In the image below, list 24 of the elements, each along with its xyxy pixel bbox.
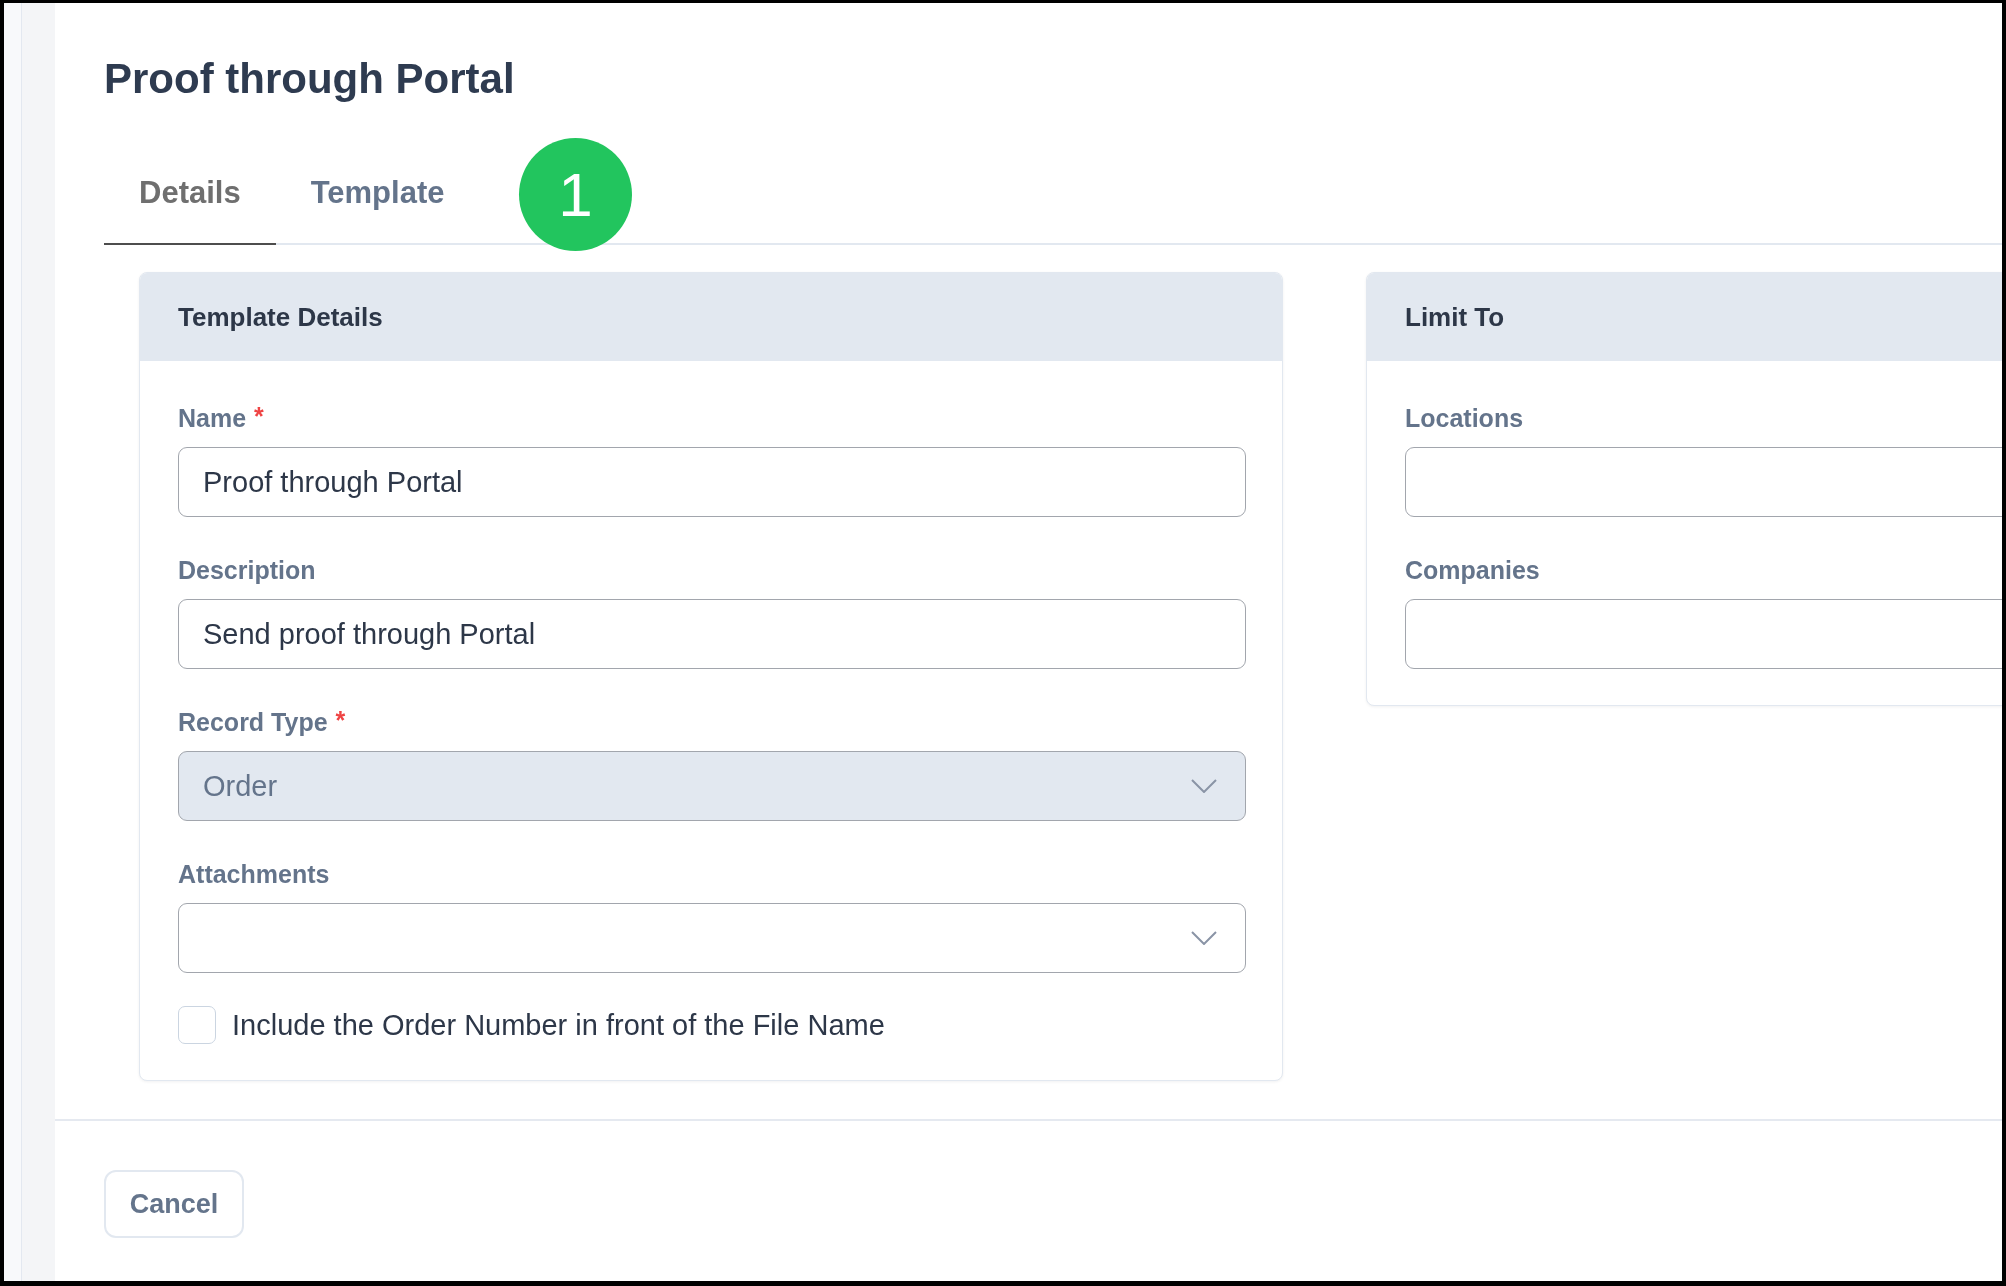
step-number-badge: 1 bbox=[519, 138, 632, 251]
tab[interactable]: Template bbox=[275, 143, 480, 245]
panel-title: Limit To bbox=[1405, 301, 1505, 333]
panel-title: Template Details bbox=[178, 301, 383, 333]
checkbox[interactable] bbox=[178, 1006, 216, 1044]
chevron-down-icon bbox=[1191, 779, 1217, 793]
text-input[interactable] bbox=[1405, 447, 2002, 517]
field-label: Description bbox=[178, 555, 316, 585]
select-field[interactable] bbox=[178, 903, 1246, 973]
page-title: Proof through Portal bbox=[104, 54, 515, 104]
required-marker: * bbox=[335, 707, 346, 733]
chevron-down-icon bbox=[1191, 931, 1217, 945]
field-label: Name bbox=[178, 403, 247, 433]
field-label: Record Type bbox=[178, 707, 328, 737]
cancel-button[interactable]: Cancel bbox=[104, 1170, 244, 1238]
field-label: Attachments bbox=[178, 859, 330, 889]
field-label: Companies bbox=[1405, 555, 1540, 585]
tab[interactable]: Details bbox=[104, 143, 276, 245]
text-input[interactable] bbox=[1405, 599, 2002, 669]
text-input[interactable]: Send proof through Portal bbox=[178, 599, 1246, 669]
required-marker: * bbox=[254, 403, 264, 429]
checkbox-label: Include the Order Number in front of the File Name bbox=[232, 1008, 885, 1042]
field-label: Locations bbox=[1405, 403, 1524, 433]
text-input[interactable]: Proof through Portal bbox=[178, 447, 1246, 517]
